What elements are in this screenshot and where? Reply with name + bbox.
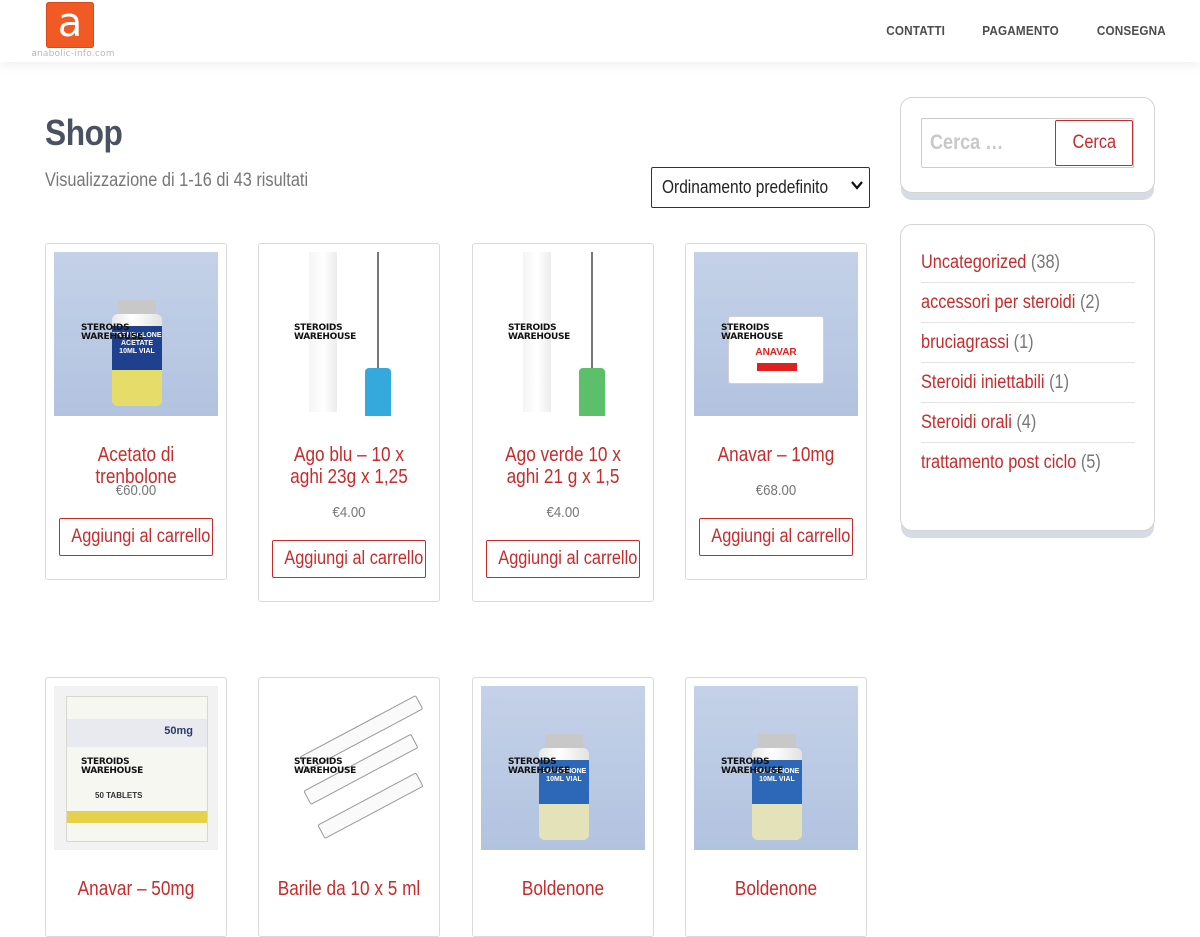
product-price: €4.00 xyxy=(546,504,580,521)
product-image[interactable]: 50mg 50 TABLETS STEROIDS WAREHOUSE xyxy=(54,686,218,850)
watermark: STEROIDS WAREHOUSE xyxy=(721,323,783,342)
product-name[interactable]: Ago verde 10 x aghi 21 g x 1,5 xyxy=(491,444,635,488)
product-image[interactable]: STEROIDS WAREHOUSE xyxy=(267,686,431,850)
product-name[interactable]: Ago blu – 10 x aghi 23g x 1,25 xyxy=(277,444,421,488)
site-logo[interactable]: a anabolic-info.com xyxy=(30,0,116,60)
product-image[interactable]: STEROIDS WAREHOUSE xyxy=(267,252,431,416)
product-card: TRENBOLONE ACETATE 10ML VIAL STEROIDS WA… xyxy=(45,243,227,580)
category-count: (1) xyxy=(1049,372,1070,393)
search-button[interactable]: Cerca xyxy=(1055,120,1133,166)
add-to-cart-button[interactable]: Aggiungi al carrello xyxy=(699,518,853,556)
product-card: STEROIDS WAREHOUSE Ago blu – 10 x aghi 2… xyxy=(258,243,440,602)
list-item: Steroidi iniettabili (1) xyxy=(921,363,1135,403)
search-placeholder: Cerca … xyxy=(930,131,1004,154)
category-link[interactable]: Steroidi iniettabili xyxy=(921,372,1045,393)
categories-widget: Uncategorized (38) accessori per steroid… xyxy=(900,224,1155,531)
list-item: bruciagrassi (1) xyxy=(921,323,1135,363)
add-to-cart-button[interactable]: Aggiungi al carrello xyxy=(272,540,426,578)
logo-mark: a xyxy=(46,0,94,48)
nav-pagamento[interactable]: PAGAMENTO xyxy=(982,23,1059,38)
product-name[interactable]: Boldenone xyxy=(704,878,848,900)
page-title: Shop xyxy=(45,112,123,153)
category-count: (1) xyxy=(1013,332,1034,353)
category-link[interactable]: bruciagrassi xyxy=(921,332,1009,353)
product-image[interactable]: BOLDENONE 10ML VIAL STEROIDS WAREHOUSE xyxy=(481,686,645,850)
category-count: (4) xyxy=(1016,412,1037,433)
logo-text: anabolic-info.com xyxy=(31,49,115,59)
list-item: trattamento post ciclo (5) xyxy=(921,443,1135,483)
list-item: accessori per steroidi (2) xyxy=(921,283,1135,323)
product-image[interactable]: STEROIDS WAREHOUSE xyxy=(481,252,645,416)
product-price: €60.00 xyxy=(115,482,157,499)
product-card: STEROIDS WAREHOUSE Barile da 10 x 5 ml xyxy=(258,677,440,937)
chevron-down-icon xyxy=(851,178,863,195)
product-card: ANAVAR STEROIDS WAREHOUSE Anavar – 10mg … xyxy=(685,243,867,580)
list-item: Uncategorized (38) xyxy=(921,243,1135,283)
category-link[interactable]: trattamento post ciclo xyxy=(921,452,1076,473)
product-price: €4.00 xyxy=(332,504,366,521)
result-count: Visualizzazione di 1-16 di 43 risultati xyxy=(45,170,309,191)
search-widget: Cerca … Cerca xyxy=(900,97,1155,193)
watermark: STEROIDS WAREHOUSE xyxy=(508,757,570,776)
product-name[interactable]: Boldenone xyxy=(491,878,635,900)
product-image[interactable]: BOLDENONE 10ML VIAL STEROIDS WAREHOUSE xyxy=(694,686,858,850)
product-card: BOLDENONE 10ML VIAL STEROIDS WAREHOUSE B… xyxy=(685,677,867,937)
site-header: a anabolic-info.com CONTATTI PAGAMENTO C… xyxy=(0,0,1200,62)
watermark: STEROIDS WAREHOUSE xyxy=(721,757,783,776)
watermark: STEROIDS WAREHOUSE xyxy=(81,323,143,342)
add-to-cart-button[interactable]: Aggiungi al carrello xyxy=(486,540,640,578)
nav-consegna[interactable]: CONSEGNA xyxy=(1097,23,1166,38)
product-price: €68.00 xyxy=(755,482,797,499)
product-grid: TRENBOLONE ACETATE 10ML VIAL STEROIDS WA… xyxy=(45,243,870,937)
watermark: STEROIDS WAREHOUSE xyxy=(294,757,356,776)
product-name[interactable]: Barile da 10 x 5 ml xyxy=(277,878,421,900)
product-card: BOLDENONE 10ML VIAL STEROIDS WAREHOUSE B… xyxy=(472,677,654,937)
orderby-value: Ordinamento predefinito xyxy=(662,177,829,197)
category-link[interactable]: Steroidi orali xyxy=(921,412,1012,433)
category-count: (38) xyxy=(1030,252,1060,273)
list-item: Steroidi orali (4) xyxy=(921,403,1135,443)
category-count: (5) xyxy=(1080,452,1101,473)
category-list: Uncategorized (38) accessori per steroid… xyxy=(921,243,1135,483)
product-image[interactable]: TRENBOLONE ACETATE 10ML VIAL STEROIDS WA… xyxy=(54,252,218,416)
watermark: STEROIDS WAREHOUSE xyxy=(508,323,570,342)
orderby-select[interactable]: Ordinamento predefinito xyxy=(651,167,870,208)
product-card: STEROIDS WAREHOUSE Ago verde 10 x aghi 2… xyxy=(472,243,654,602)
product-image[interactable]: ANAVAR STEROIDS WAREHOUSE xyxy=(694,252,858,416)
category-link[interactable]: accessori per steroidi xyxy=(921,292,1075,313)
product-name[interactable]: Anavar – 10mg xyxy=(704,444,848,466)
product-name[interactable]: Anavar – 50mg xyxy=(64,878,208,900)
watermark: STEROIDS WAREHOUSE xyxy=(294,323,356,342)
main-nav: CONTATTI PAGAMENTO CONSEGNA xyxy=(883,23,1170,38)
product-card: 50mg 50 TABLETS STEROIDS WAREHOUSE Anava… xyxy=(45,677,227,937)
add-to-cart-button[interactable]: Aggiungi al carrello xyxy=(59,518,213,556)
watermark: STEROIDS WAREHOUSE xyxy=(81,757,143,776)
category-link[interactable]: Uncategorized xyxy=(921,252,1026,273)
category-count: (2) xyxy=(1079,292,1100,313)
nav-contatti[interactable]: CONTATTI xyxy=(886,23,945,38)
